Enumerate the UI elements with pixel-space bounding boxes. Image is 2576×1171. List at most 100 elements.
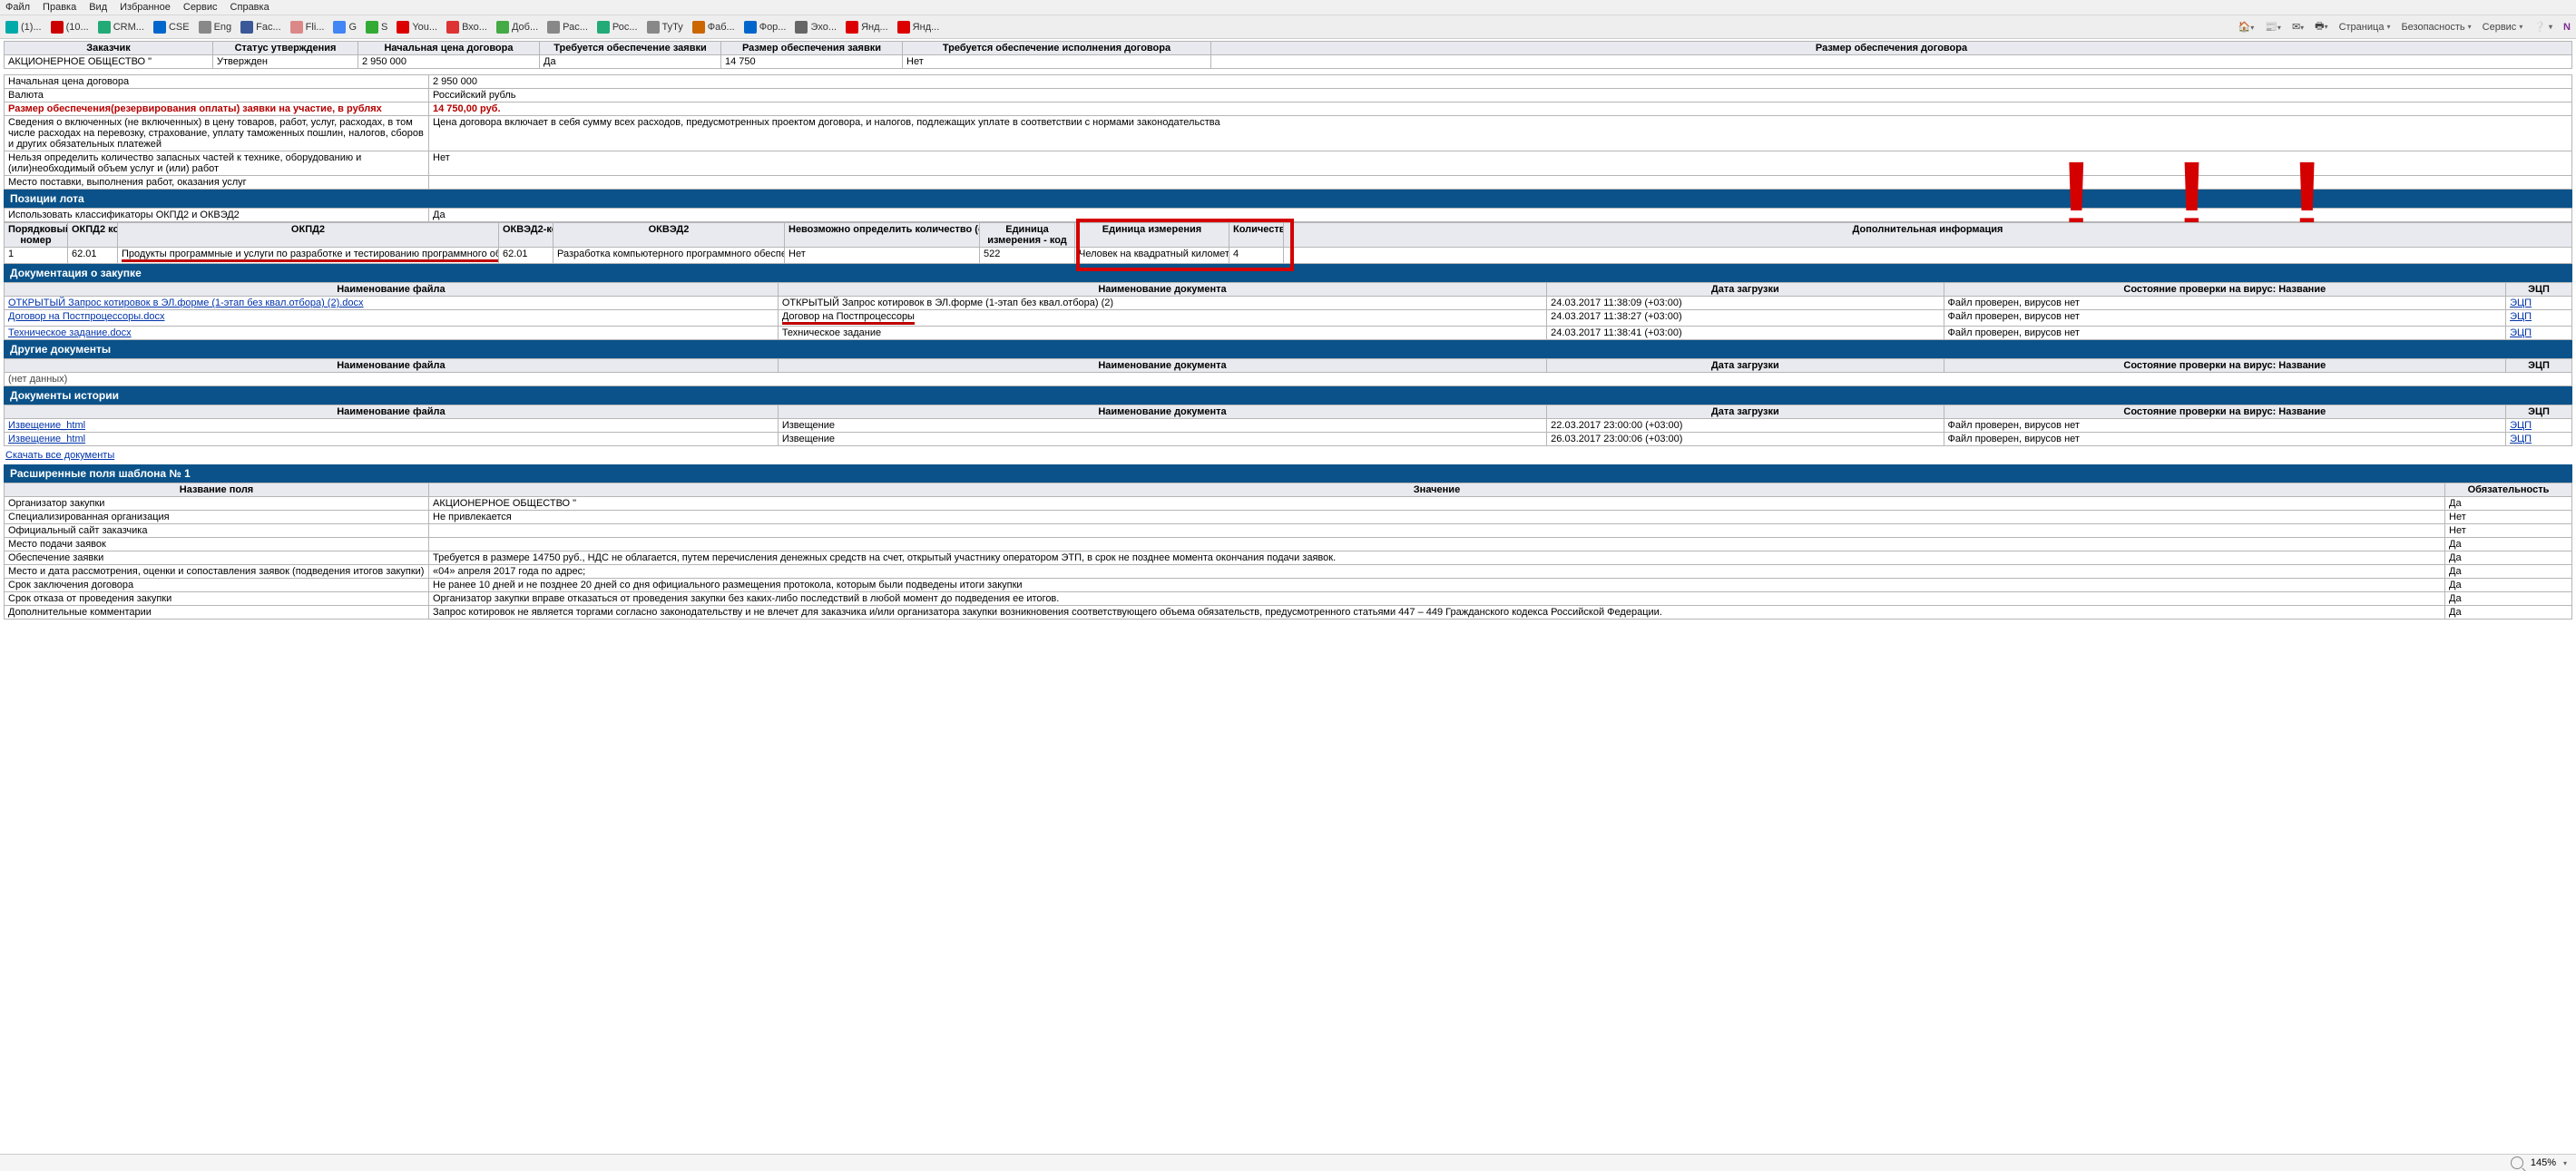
field-name: Срок отказа от проведения закупки bbox=[5, 592, 429, 606]
home-icon[interactable]: 🏠▾ bbox=[2238, 21, 2255, 33]
kv-value: Российский рубль bbox=[429, 89, 2572, 102]
section-template-fields: Расширенные поля шаблона № 1 bbox=[4, 464, 2572, 483]
onenote-icon[interactable]: N bbox=[2563, 22, 2571, 33]
file-link[interactable]: ОТКРЫТЫЙ Запрос котировок в ЭЛ.форме (1-… bbox=[8, 298, 364, 308]
bookmark-label: Доб... bbox=[512, 22, 538, 33]
bookmark-label: Вхо... bbox=[462, 22, 487, 33]
ecp-link[interactable]: ЭЦП bbox=[2510, 311, 2532, 322]
ecp-link[interactable]: ЭЦП bbox=[2510, 327, 2532, 338]
col-requires-bid-security: Требуется обеспечение заявки bbox=[540, 42, 721, 55]
bookmark-label: G bbox=[348, 22, 357, 33]
favicon-icon bbox=[240, 21, 253, 34]
bookmark-item[interactable]: Фаб... bbox=[692, 21, 735, 34]
bookmark-item[interactable]: Янд... bbox=[846, 21, 888, 34]
kv-value bbox=[429, 176, 2572, 190]
menu-favorites[interactable]: Избранное bbox=[120, 2, 171, 13]
pos-col-extra-info: Дополнительная информация bbox=[1284, 223, 2572, 248]
page-content: ! ! ! Заказчик Статус утверждения Началь… bbox=[0, 39, 2576, 649]
field-required: Нет bbox=[2445, 524, 2572, 538]
bookmark-item[interactable]: Рас... bbox=[547, 21, 588, 34]
pos-col-unit: Единица измерения bbox=[1075, 223, 1229, 248]
pos-col-cannot-determine-qty: Невозможно определить количество (объем) bbox=[785, 223, 980, 248]
field-value: АКЦИОНЕРНОЕ ОБЩЕСТВО " bbox=[429, 497, 2445, 511]
table-row: Срок отказа от проведения закупкиОрганиз… bbox=[5, 592, 2572, 606]
table-row: Извещение_htmlИзвещение22.03.2017 23:00:… bbox=[5, 419, 2572, 433]
favicon-icon bbox=[446, 21, 459, 34]
bookmark-label: Fli... bbox=[306, 22, 325, 33]
kv-key: Место поставки, выполнения работ, оказан… bbox=[5, 176, 429, 190]
section-other-docs: Другие документы bbox=[4, 340, 2572, 358]
kv-key: Нельзя определить количество запасных ча… bbox=[5, 151, 429, 176]
table-row: Официальный сайт заказчика Нет bbox=[5, 524, 2572, 538]
ecp-link[interactable]: ЭЦП bbox=[2510, 298, 2532, 308]
menu-help[interactable]: Справка bbox=[230, 2, 269, 13]
ecp-link[interactable]: ЭЦП bbox=[2510, 420, 2532, 431]
pos-col-okpd2: ОКПД2 bbox=[118, 223, 499, 248]
zoom-level[interactable]: 145% bbox=[2531, 1157, 2556, 1168]
field-name: Официальный сайт заказчика bbox=[5, 524, 429, 538]
cell-contract-sec-amount bbox=[1211, 55, 2572, 69]
download-all-link[interactable]: Скачать все документы bbox=[5, 450, 114, 461]
field-value: «04» апреля 2017 года по адрес; bbox=[429, 565, 2445, 579]
field-value bbox=[429, 538, 2445, 551]
file-link[interactable]: Извещение_html bbox=[8, 434, 85, 444]
bookmark-item[interactable]: (10... bbox=[51, 21, 89, 34]
bookmark-item[interactable]: ТуТу bbox=[647, 21, 683, 34]
help-menu[interactable]: ❔▾ bbox=[2533, 21, 2552, 33]
bookmark-item[interactable]: CRM... bbox=[98, 21, 144, 34]
bookmark-item[interactable]: Фор... bbox=[744, 21, 787, 34]
favicon-icon bbox=[51, 21, 64, 34]
field-name: Место и дата рассмотрения, оценки и сопо… bbox=[5, 565, 429, 579]
field-required: Да bbox=[2445, 579, 2572, 592]
zoom-icon[interactable] bbox=[2511, 1156, 2523, 1169]
mail-icon[interactable]: ✉▾ bbox=[2292, 21, 2304, 33]
bookmark-item[interactable]: Eng bbox=[199, 21, 232, 34]
section-docs: Документация о закупке bbox=[4, 264, 2572, 282]
feeds-icon[interactable]: 📰▾ bbox=[2265, 21, 2281, 33]
template-fields-grid: Название поляЗначениеОбязательностьОрган… bbox=[4, 483, 2572, 620]
browser-menubar: Файл Правка Вид Избранное Сервис Справка bbox=[0, 0, 2576, 15]
table-row: Техническое задание.docxТехническое зада… bbox=[5, 327, 2572, 340]
field-required: Да bbox=[2445, 538, 2572, 551]
menu-file[interactable]: Файл bbox=[5, 2, 30, 13]
bookmark-item[interactable]: Fac... bbox=[240, 21, 281, 34]
table-row: ОТКРЫТЫЙ Запрос котировок в ЭЛ.форме (1-… bbox=[5, 297, 2572, 310]
bookmark-item[interactable]: Fli... bbox=[290, 21, 325, 34]
zoom-dropdown-icon[interactable]: ▾ bbox=[2563, 1159, 2567, 1167]
bookmark-item[interactable]: (1)... bbox=[5, 21, 42, 34]
favicon-icon bbox=[153, 21, 166, 34]
menu-view[interactable]: Вид bbox=[89, 2, 107, 13]
print-icon[interactable]: 🖶▾ bbox=[2315, 18, 2327, 35]
bookmark-item[interactable]: Доб... bbox=[496, 21, 538, 34]
service-menu[interactable]: Сервис▾ bbox=[2483, 22, 2523, 33]
bookmark-item[interactable]: You... bbox=[397, 21, 437, 34]
page-menu[interactable]: Страница▾ bbox=[2339, 22, 2391, 33]
bookmark-item[interactable]: Вхо... bbox=[446, 21, 487, 34]
ecp-link[interactable]: ЭЦП bbox=[2510, 434, 2532, 444]
menu-edit[interactable]: Правка bbox=[43, 2, 76, 13]
table-row: Место подачи заявокДа bbox=[5, 538, 2572, 551]
field-value: Не ранее 10 дней и не позднее 20 дней со… bbox=[429, 579, 2445, 592]
bookmark-item[interactable]: Рос... bbox=[597, 21, 638, 34]
bookmark-item[interactable]: S bbox=[366, 21, 387, 34]
security-menu[interactable]: Безопасность▾ bbox=[2401, 22, 2471, 33]
favicon-icon bbox=[199, 21, 211, 34]
table-row: Дополнительные комментарииЗапрос котиров… bbox=[5, 606, 2572, 620]
menu-tools[interactable]: Сервис bbox=[183, 2, 218, 13]
no-data-cell: (нет данных) bbox=[5, 373, 2572, 386]
file-link[interactable]: Техническое задание.docx bbox=[8, 327, 132, 338]
use-classifiers-key: Использовать классификаторы ОКПД2 и ОКВЭ… bbox=[5, 209, 429, 222]
cell-bid-sec-amount: 14 750 bbox=[721, 55, 903, 69]
kv-value: Цена договора включает в себя сумму всех… bbox=[429, 116, 2572, 151]
top-summary-grid: Заказчик Статус утверждения Начальная це… bbox=[4, 41, 2572, 69]
bookmark-item[interactable]: G bbox=[333, 21, 357, 34]
bookmark-label: CRM... bbox=[113, 22, 144, 33]
file-link[interactable]: Договор на Постпроцессоры.docx bbox=[8, 311, 164, 322]
file-link[interactable]: Извещение_html bbox=[8, 420, 85, 431]
bookmark-item[interactable]: Эхо... bbox=[795, 21, 837, 34]
pos-col-okved2-code: ОКВЭД2-код bbox=[499, 223, 553, 248]
bookmark-item[interactable]: Янд... bbox=[897, 21, 940, 34]
bookmark-item[interactable]: CSE bbox=[153, 21, 190, 34]
kv-row: Начальная цена договора2 950 000 bbox=[5, 75, 2572, 89]
field-value: Требуется в размере 14750 руб., НДС не о… bbox=[429, 551, 2445, 565]
